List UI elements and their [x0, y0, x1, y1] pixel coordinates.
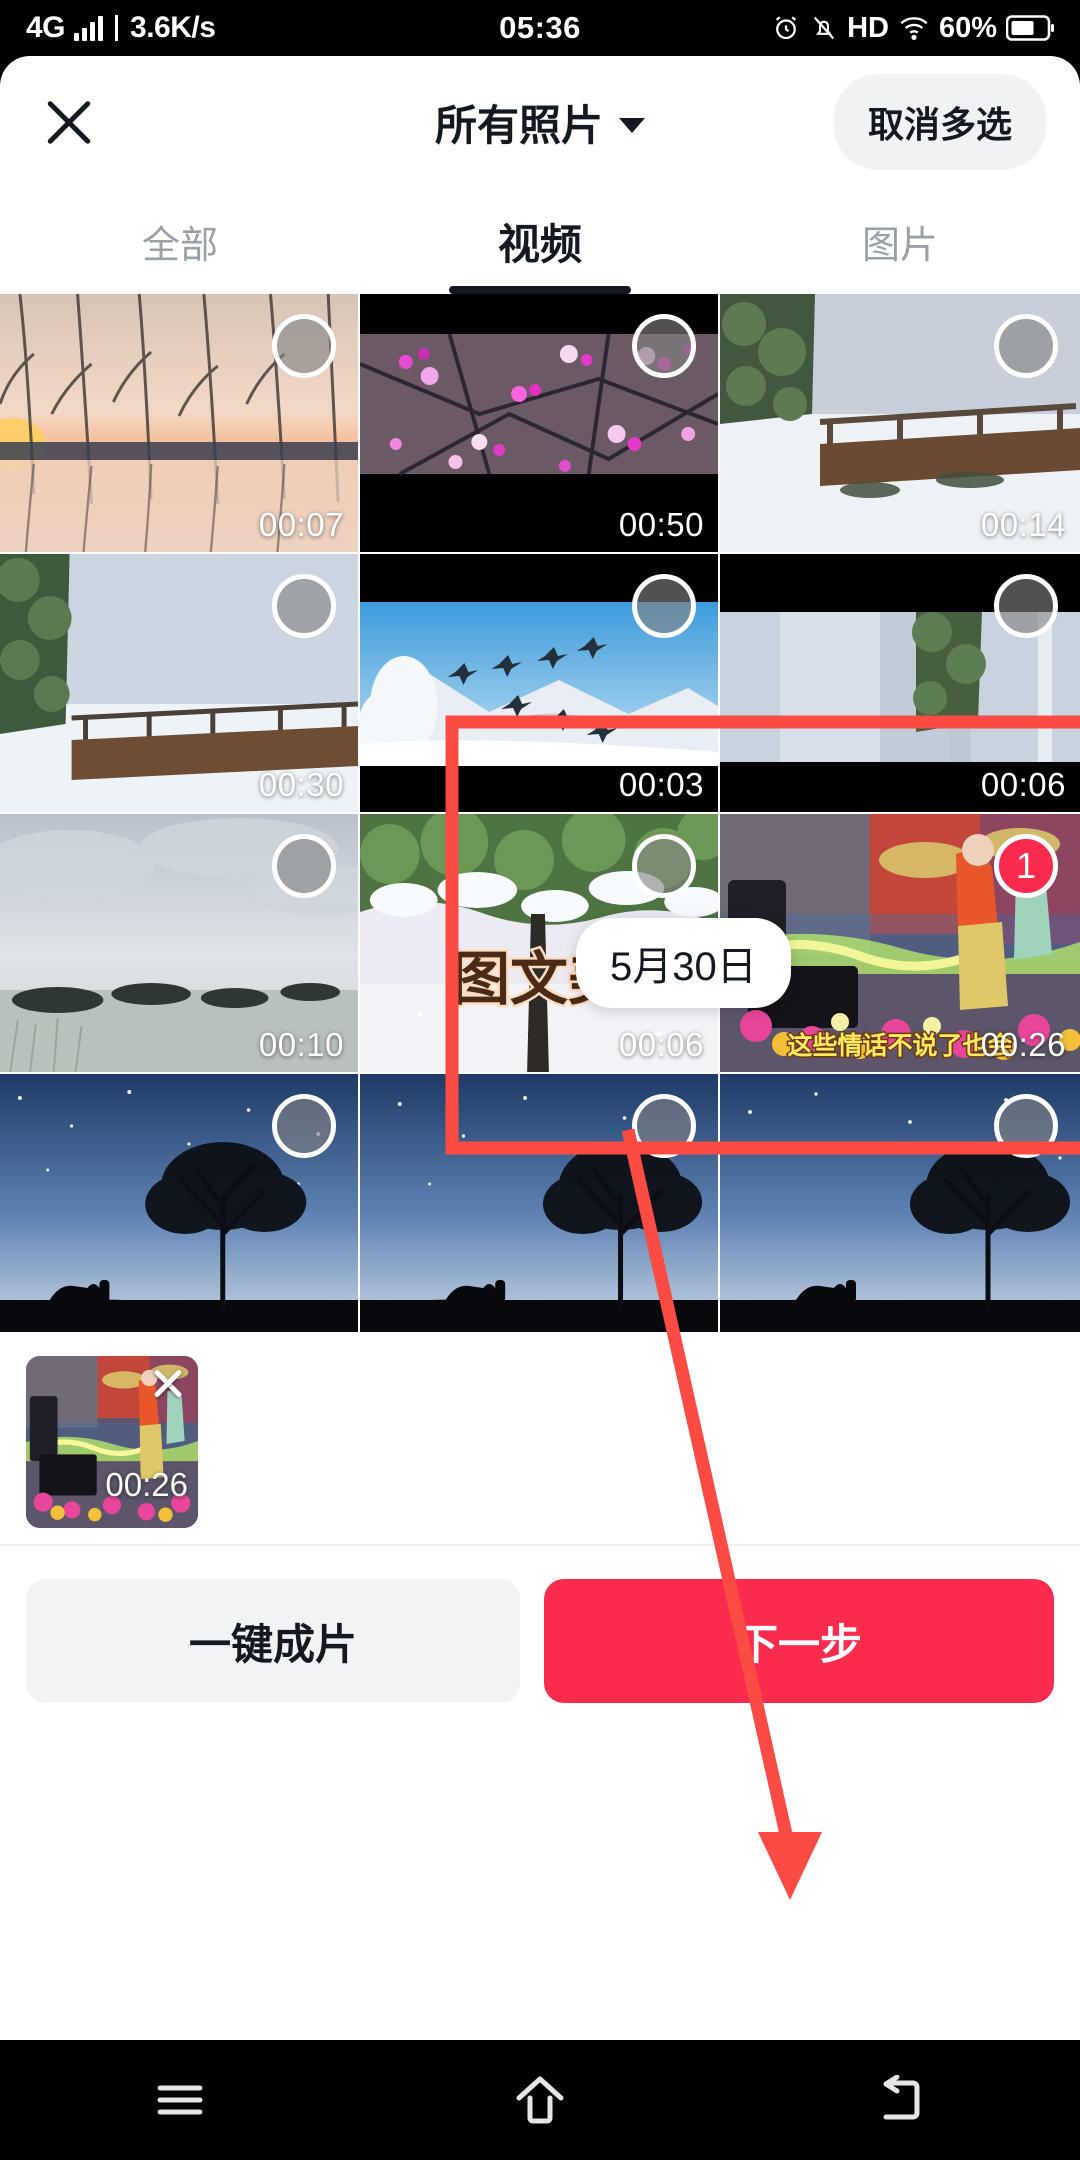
media-type-tabs: 全部 视频 图片 — [0, 188, 1080, 294]
one-click-film-button[interactable]: 一键成片 — [26, 1579, 520, 1703]
status-bar: 4G 3.6K/s 05:36 HD 60% — [0, 0, 1080, 56]
media-cell[interactable]: 00:30 — [0, 554, 360, 814]
picker-sheet: 所有照片 取消多选 全部 视频 图片 00:07 00:50 00:14 00:… — [0, 56, 1080, 2040]
select-circle-icon[interactable] — [994, 314, 1058, 378]
page-title: 所有照片 — [434, 101, 603, 149]
media-cell[interactable]: 00:06 — [720, 554, 1080, 814]
media-cell[interactable]: 00:03 — [360, 554, 720, 814]
action-bar: 一键成片 下一步 — [0, 1546, 1080, 1736]
selected-thumbnail[interactable]: 00:26 — [26, 1356, 198, 1528]
select-circle-icon[interactable] — [272, 314, 336, 378]
select-circle-icon[interactable] — [632, 1094, 696, 1158]
select-circle-icon[interactable] — [994, 1094, 1058, 1158]
duration-label: 00:07 — [258, 506, 344, 543]
duration-label: 00:10 — [258, 1026, 344, 1063]
duration-label: 00:06 — [980, 766, 1066, 803]
media-cell[interactable]: 00:10 — [0, 814, 360, 1074]
select-circle-icon[interactable] — [632, 834, 696, 898]
next-step-button[interactable]: 下一步 — [544, 1579, 1054, 1703]
phone-screen: 4G 3.6K/s 05:36 HD 60% 所有照片 取消多选 全部 视频 图… — [0, 0, 1080, 2160]
app-bar: 所有照片 取消多选 — [0, 56, 1080, 188]
media-cell[interactable]: 00:50 — [360, 294, 720, 554]
media-cell[interactable] — [0, 1074, 360, 1334]
recents-menu-icon[interactable] — [0, 2078, 360, 2122]
cancel-multiselect-button[interactable]: 取消多选 — [833, 74, 1046, 170]
selected-items-strip: 00:26 — [0, 1334, 1080, 1544]
media-cell[interactable] — [720, 1074, 1080, 1334]
select-circle-icon[interactable] — [632, 314, 696, 378]
close-icon[interactable] — [34, 87, 104, 157]
media-cell[interactable] — [360, 1074, 720, 1334]
select-circle-icon[interactable] — [272, 574, 336, 638]
status-bar-clock: 05:36 — [499, 10, 581, 45]
duration-label: 00:14 — [980, 506, 1066, 543]
home-icon[interactable] — [360, 2074, 720, 2126]
video-caption-overlay: 这些情话不说了也会 — [786, 1031, 1014, 1062]
tab-all[interactable]: 全部 — [0, 188, 360, 294]
duration-label: 00:30 — [258, 766, 344, 803]
select-circle-icon[interactable] — [272, 1094, 336, 1158]
remove-selected-icon[interactable] — [144, 1360, 190, 1406]
select-circle-badge[interactable]: 1 — [994, 834, 1058, 898]
select-circle-icon[interactable] — [994, 574, 1058, 638]
tab-image[interactable]: 图片 — [720, 188, 1080, 294]
select-circle-icon[interactable] — [272, 834, 336, 898]
media-cell[interactable]: 00:14 — [720, 294, 1080, 554]
select-circle-icon[interactable] — [632, 574, 696, 638]
duration-label: 00:06 — [618, 1026, 704, 1063]
back-icon[interactable] — [720, 2075, 1080, 2125]
system-nav-bar — [0, 2040, 1080, 2160]
media-grid: 00:07 00:50 00:14 00:30 00:03 00:06 00:1… — [0, 294, 1080, 1334]
duration-label: 00:03 — [618, 766, 704, 803]
duration-label: 00:26 — [980, 1026, 1066, 1063]
chevron-down-icon — [619, 117, 645, 133]
date-bubble: 5月30日 — [576, 918, 791, 1008]
media-cell[interactable]: 00:07 — [0, 294, 360, 554]
duration-label: 00:50 — [618, 506, 704, 543]
tab-video[interactable]: 视频 — [360, 188, 720, 294]
selected-duration-label: 00:26 — [105, 1466, 188, 1503]
